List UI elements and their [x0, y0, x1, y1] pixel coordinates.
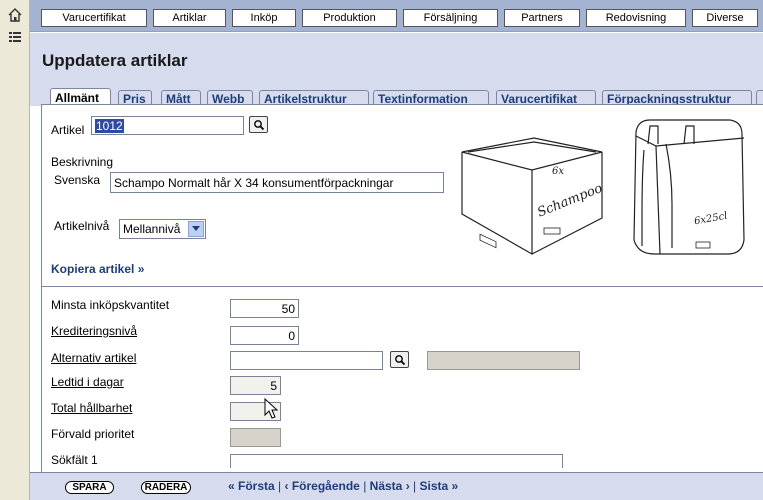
credit-level-label[interactable]: Krediteringsnivå	[51, 324, 137, 338]
default-priority-label: Förvald prioritet	[51, 427, 135, 441]
search-field-1-input[interactable]	[230, 454, 563, 468]
min-purchase-qty-input[interactable]: 50	[230, 299, 299, 318]
artikel-value: 1012	[95, 118, 124, 133]
packaging-illustration: 6x Schampoo 6x25cl	[461, 119, 745, 256]
box-barcode-2	[543, 227, 561, 235]
box-barcode	[479, 233, 497, 249]
artikel-label: Artikel	[51, 123, 85, 137]
search-icon	[253, 119, 264, 130]
nav-diverse[interactable]: Diverse	[692, 9, 758, 27]
nav-partners[interactable]: Partners	[504, 9, 580, 27]
home-icon[interactable]	[6, 6, 24, 24]
chevron-down-icon	[188, 221, 204, 237]
artikelniva-select[interactable]: Mellannivå	[119, 219, 206, 239]
svenska-description-input[interactable]: Schampo Normalt hår X 34 konsumentförpac…	[110, 172, 444, 193]
lead-time-label[interactable]: Ledtid i dagar	[51, 375, 124, 389]
alternative-article-input[interactable]	[230, 351, 383, 370]
nav-inkop[interactable]: Inköp	[232, 9, 296, 27]
copy-article-link[interactable]: Kopiera artikel »	[51, 262, 144, 276]
default-priority-input	[230, 428, 281, 447]
bottom-action-bar: SPARA RADERA « Första | ‹ Föregående | N…	[30, 472, 763, 500]
artikel-input[interactable]: 1012	[91, 116, 244, 135]
tab-bar: Allmänt Pris Mått Webb Artikelstruktur T…	[30, 86, 763, 107]
nav-artiklar[interactable]: Artiklar	[153, 9, 226, 27]
list-icon[interactable]	[6, 28, 24, 46]
min-purchase-qty-label: Minsta inköpskvantitet	[51, 298, 170, 312]
save-button[interactable]: SPARA	[65, 481, 114, 494]
credit-level-input[interactable]: 0	[230, 326, 299, 345]
artikelniva-label: Artikelnivå	[54, 219, 110, 233]
pager-separator: |	[363, 479, 367, 493]
nav-produktion[interactable]: Produktion	[302, 9, 397, 27]
artikel-search-button[interactable]	[249, 116, 268, 133]
total-shelf-life-label[interactable]: Total hållbarhet	[51, 401, 132, 415]
alternative-article-search-button[interactable]	[390, 351, 409, 368]
search-icon	[394, 354, 405, 365]
left-toolbar	[0, 0, 30, 500]
pager: « Första | ‹ Föregående | Nästa › | Sist…	[228, 479, 458, 493]
mouse-cursor-icon	[264, 398, 279, 419]
top-navigation: Varucertifikat Artiklar Inköp Produktion…	[30, 0, 763, 32]
crate-barcode	[695, 241, 711, 249]
delete-button[interactable]: RADERA	[141, 481, 191, 494]
page-title: Uppdatera artiklar	[42, 51, 188, 70]
pager-separator: |	[278, 479, 282, 493]
lead-time-input[interactable]: 5	[230, 376, 281, 395]
pager-previous-link[interactable]: ‹ Föregående	[285, 479, 360, 493]
search-field-1-label: Sökfält 1	[51, 453, 98, 467]
beskrivning-label: Beskrivning	[51, 155, 114, 169]
alternative-article-label[interactable]: Alternativ artikel	[51, 351, 136, 365]
nav-forsaljning[interactable]: Försäljning	[403, 9, 498, 27]
nav-redovisning[interactable]: Redovisning	[586, 9, 686, 27]
pager-next-link[interactable]: Nästa ›	[370, 479, 410, 493]
pager-separator: |	[413, 479, 417, 493]
pager-last-link[interactable]: Sista »	[420, 479, 459, 493]
title-band: Uppdatera artiklar	[30, 33, 763, 86]
crate-label: 6x25cl	[693, 211, 728, 228]
alternative-article-description	[427, 351, 580, 370]
svenska-label: Svenska	[54, 173, 101, 187]
pager-first-link[interactable]: « Första	[228, 479, 275, 493]
box-brand: Schampoo	[535, 181, 604, 221]
nav-varucertifikat[interactable]: Varucertifikat	[41, 9, 147, 27]
details-panel	[41, 286, 763, 472]
artikelniva-value: Mellannivå	[123, 222, 181, 236]
box-label: 6x	[552, 166, 564, 177]
